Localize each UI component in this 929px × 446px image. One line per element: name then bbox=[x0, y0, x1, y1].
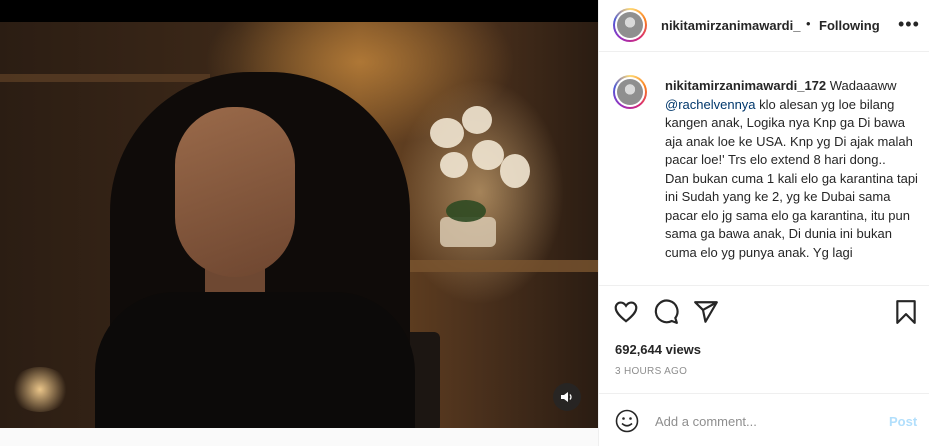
caption-mention-link[interactable]: @rachelvennya bbox=[665, 97, 756, 112]
action-bar bbox=[599, 285, 929, 337]
post-caption: nikitamirzanimawardi_172 Wadaaaww @rache… bbox=[665, 77, 925, 262]
orchid-flower bbox=[472, 140, 504, 170]
caption-author-avatar[interactable] bbox=[613, 75, 647, 109]
caption-text-continued: Dan bukan cuma 1 kali elo ga karantina t… bbox=[665, 170, 918, 260]
bookmark-icon[interactable] bbox=[893, 299, 919, 325]
more-options-icon[interactable]: ••• bbox=[898, 14, 920, 35]
volume-icon bbox=[561, 392, 572, 402]
post-details-panel: nikitamirzanimawardi_ • Following ••• ni… bbox=[598, 0, 929, 446]
emoji-icon[interactable] bbox=[615, 409, 639, 433]
post-header: nikitamirzanimawardi_ • Following ••• bbox=[599, 0, 929, 52]
orchid-flower bbox=[430, 118, 464, 148]
post-timestamp[interactable]: 3 HOURS AGO bbox=[615, 366, 687, 377]
share-icon[interactable] bbox=[693, 299, 719, 325]
orchid-leaf bbox=[446, 200, 486, 222]
orchid-flower bbox=[500, 154, 530, 188]
video-letterbox-top bbox=[0, 0, 598, 22]
background-shelf bbox=[0, 74, 210, 82]
video-letterbox-bottom bbox=[0, 428, 598, 446]
add-comment-bar: Post bbox=[599, 393, 929, 446]
orchid-flower bbox=[462, 106, 492, 134]
person-body bbox=[95, 292, 415, 428]
video-player[interactable] bbox=[0, 22, 598, 428]
caption-author-username[interactable]: nikitamirzanimawardi_172 bbox=[665, 78, 826, 93]
comment-input[interactable] bbox=[655, 411, 875, 431]
view-count[interactable]: 692,644 views bbox=[615, 342, 701, 357]
post-media bbox=[0, 0, 598, 446]
header-separator: • bbox=[806, 16, 811, 31]
comments-section[interactable]: nikitamirzanimawardi_172 Wadaaaww @rache… bbox=[599, 53, 929, 285]
orchid-flower bbox=[440, 152, 468, 178]
person-face bbox=[175, 107, 295, 277]
following-button[interactable]: Following bbox=[819, 18, 880, 33]
post-comment-button[interactable]: Post bbox=[889, 414, 917, 429]
volume-button[interactable] bbox=[553, 383, 581, 411]
background-lamp bbox=[10, 367, 70, 412]
author-username[interactable]: nikitamirzanimawardi_ bbox=[661, 18, 800, 33]
caption-lead: Wadaaaww bbox=[829, 78, 897, 93]
comment-icon[interactable] bbox=[653, 299, 679, 325]
author-avatar[interactable] bbox=[613, 8, 647, 42]
heart-icon[interactable] bbox=[613, 299, 639, 325]
